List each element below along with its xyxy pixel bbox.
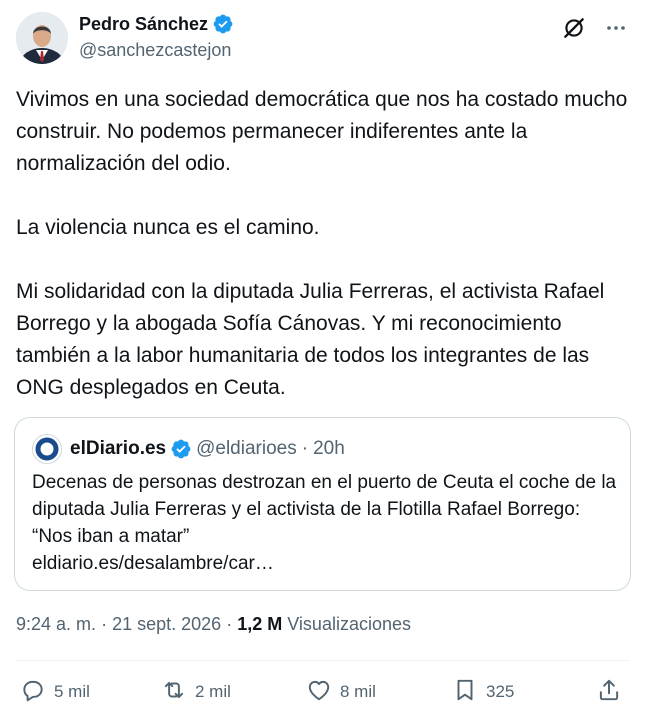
quoted-tweet-header: elDiario.es @eldiarioes · 20h: [32, 434, 345, 464]
avatar[interactable]: [16, 12, 68, 64]
author-name-row: Pedro Sánchez: [79, 13, 234, 35]
eldiario-logo-icon[interactable]: [32, 434, 62, 464]
meta-separator: ·: [226, 614, 233, 634]
more-icon[interactable]: [602, 14, 630, 42]
bookmark-button[interactable]: 325: [452, 676, 514, 708]
divider: [16, 660, 630, 661]
meta-separator: ·: [301, 438, 309, 459]
author-name[interactable]: Pedro Sánchez: [79, 13, 208, 35]
quoted-author-name[interactable]: elDiario.es: [70, 438, 166, 460]
tweet-header: Pedro Sánchez @sanchezcastejon: [16, 12, 630, 64]
tweet-paragraph: Vivimos en una sociedad democrática que …: [16, 88, 628, 175]
quoted-tweet-card[interactable]: elDiario.es @eldiarioes · 20h Decenas de…: [14, 417, 631, 591]
reply-icon: [20, 677, 46, 708]
repost-button[interactable]: 2 mil: [161, 676, 231, 708]
bookmark-count: 325: [486, 682, 515, 701]
like-button[interactable]: 8 mil: [306, 676, 376, 708]
quoted-author-handle[interactable]: @eldiarioes: [196, 438, 297, 460]
verified-badge-icon: [170, 438, 192, 460]
bookmark-icon: [452, 677, 478, 708]
repost-icon: [161, 677, 187, 708]
quoted-tweet-link[interactable]: eldiario.es/desalambre/car…: [32, 550, 622, 577]
heart-icon: [306, 677, 332, 708]
views-label: Visualizaciones: [287, 614, 411, 634]
tweet-date[interactable]: 21 sept. 2026: [112, 614, 221, 634]
share-icon: [596, 677, 622, 708]
verified-badge-icon: [212, 13, 234, 35]
reply-button[interactable]: 5 mil: [20, 676, 90, 708]
tweet-paragraph: Mi solidaridad con la diputada Julia Fer…: [16, 280, 605, 399]
meta-separator: ·: [101, 614, 108, 634]
tweet-meta: 9:24 a. m. · 21 sept. 2026 · 1,2 M Visua…: [16, 612, 411, 636]
views-count: 1,2 M: [237, 614, 283, 634]
tweet-time[interactable]: 9:24 a. m.: [16, 614, 96, 634]
grok-icon[interactable]: [560, 14, 588, 42]
quoted-timestamp[interactable]: 20h: [313, 438, 345, 460]
tweet-paragraph: La violencia nunca es el camino.: [16, 216, 320, 239]
like-count: 8 mil: [340, 682, 376, 701]
share-button[interactable]: [596, 676, 622, 708]
action-bar: 5 mil 2 mil 8 mil 325: [16, 676, 630, 708]
quoted-tweet-body: Decenas de personas destrozan en el puer…: [32, 472, 617, 547]
reply-count: 5 mil: [54, 682, 90, 701]
tweet-text: Vivimos en una sociedad democrática que …: [16, 84, 630, 404]
repost-count: 2 mil: [195, 682, 231, 701]
author-handle[interactable]: @sanchezcastejon: [79, 39, 231, 61]
header-actions: [560, 14, 630, 42]
quoted-tweet-text: Decenas de personas destrozan en el puer…: [32, 469, 622, 577]
